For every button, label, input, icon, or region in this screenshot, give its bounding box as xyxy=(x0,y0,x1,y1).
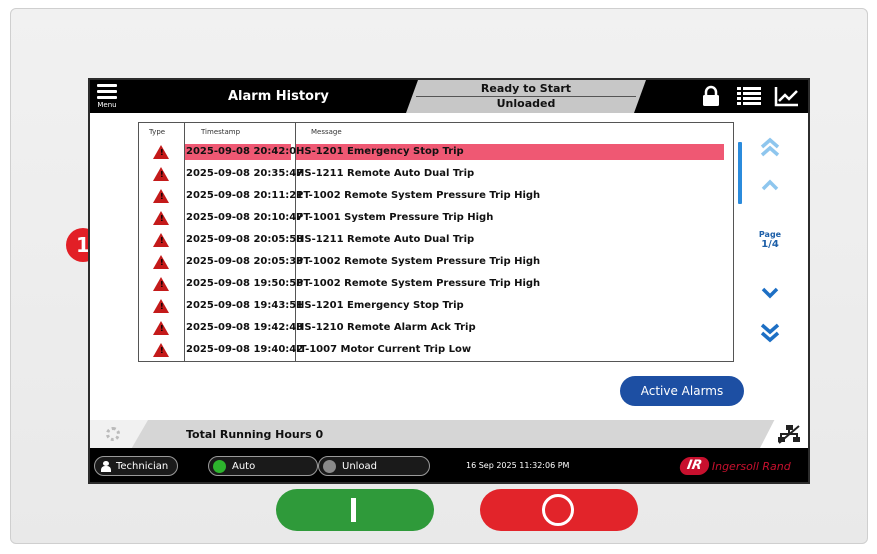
row-message: PT-1002 Remote System Pressure Trip High xyxy=(296,190,541,201)
row-message: IT-1007 Motor Current Trip Low xyxy=(296,344,472,355)
alarm-triangle-icon: ! xyxy=(153,145,169,159)
running-hours-bar: Total Running Hours 0 xyxy=(90,420,808,448)
load-label: Unload xyxy=(342,460,378,472)
row-timestamp: 2025-09-08 20:05:33 xyxy=(186,256,304,267)
alarm-triangle-icon: ! xyxy=(153,167,169,181)
date-time: 16 Sep 2025 11:32:06 PM xyxy=(466,461,570,470)
stop-symbol-icon xyxy=(542,494,574,526)
alarm-triangle-icon: ! xyxy=(153,299,169,313)
row-timestamp: 2025-09-08 20:11:21 xyxy=(186,190,304,201)
row-timestamp: 2025-09-08 19:50:58 xyxy=(186,278,304,289)
row-timestamp: 2025-09-08 20:42:07 xyxy=(185,144,303,160)
page-label: Page xyxy=(758,230,782,239)
table-row[interactable]: ! 2025-09-08 20:05:58 HS-1211 Remote Aut… xyxy=(139,229,733,251)
unload-button[interactable]: Unload xyxy=(318,456,430,476)
brand-name: Ingersoll Rand xyxy=(711,459,791,473)
chevron-down-icon[interactable] xyxy=(752,280,788,306)
mode-label: Auto xyxy=(232,460,256,472)
menu-label: Menu xyxy=(97,101,117,109)
row-message: HS-1210 Remote Alarm Ack Trip xyxy=(296,322,476,333)
row-timestamp: 2025-09-08 20:10:47 xyxy=(186,212,304,223)
table-row[interactable]: ! 2025-09-08 20:10:47 PT-1001 System Pre… xyxy=(139,207,733,229)
trend-chart-icon[interactable] xyxy=(774,84,800,108)
row-message: HS-1201 Emergency Stop Trip xyxy=(296,300,464,311)
table-row[interactable]: ! 2025-09-08 20:42:07 HS-1201 Emergency … xyxy=(139,141,733,163)
machine-status: Ready to Start Unloaded xyxy=(406,80,646,113)
alarm-triangle-icon: ! xyxy=(153,211,169,225)
network-status-button[interactable] xyxy=(760,420,808,448)
stop-button[interactable] xyxy=(480,489,638,531)
running-hours-text: Total Running Hours 0 xyxy=(186,428,324,441)
row-timestamp: 2025-09-08 20:35:47 xyxy=(186,168,304,179)
user-button[interactable]: Technician xyxy=(94,456,178,476)
alarm-history-table: Type Timestamp Message ! 2025-09-08 20:4… xyxy=(138,122,734,362)
column-header-timestamp: Timestamp xyxy=(201,128,241,136)
double-chevron-down-icon[interactable] xyxy=(752,320,788,346)
scrollbar[interactable] xyxy=(738,142,742,204)
start-button[interactable] xyxy=(276,489,434,531)
table-row[interactable]: ! 2025-09-08 19:42:43 HS-1210 Remote Ala… xyxy=(139,317,733,339)
table-row[interactable]: ! 2025-09-08 20:35:47 HS-1211 Remote Aut… xyxy=(139,163,733,185)
ingersoll-rand-logo: IR Ingersoll Rand xyxy=(678,457,791,475)
user-icon xyxy=(101,460,111,472)
row-message: HS-1211 Remote Auto Dual Trip xyxy=(296,168,475,179)
start-symbol-icon xyxy=(351,498,356,522)
table-row[interactable]: ! 2025-09-08 19:43:51 HS-1201 Emergency … xyxy=(139,295,733,317)
active-alarms-button[interactable]: Active Alarms xyxy=(620,376,744,406)
alarm-triangle-icon: ! xyxy=(153,255,169,269)
mode-auto-button[interactable]: Auto xyxy=(208,456,318,476)
status-run-state: Ready to Start xyxy=(480,82,572,95)
page-indicator: 1/4 xyxy=(761,239,779,250)
auto-indicator-icon xyxy=(213,459,226,473)
double-chevron-up-icon[interactable] xyxy=(752,134,788,160)
row-message: PT-1002 Remote System Pressure Trip High xyxy=(296,256,541,267)
hmi-screen: Menu Alarm History Ready to Start Unload… xyxy=(90,80,808,482)
table-row[interactable]: ! 2025-09-08 20:11:21 PT-1002 Remote Sys… xyxy=(139,185,733,207)
row-message: PT-1001 System Pressure Trip High xyxy=(296,212,494,223)
table-row[interactable]: ! 2025-09-08 19:50:58 PT-1002 Remote Sys… xyxy=(139,273,733,295)
status-footer: Technician Auto Unload 16 Sep 2025 11:32… xyxy=(90,448,808,482)
row-message: PT-1002 Remote System Pressure Trip High xyxy=(296,278,541,289)
row-timestamp: 2025-09-08 19:42:43 xyxy=(186,322,304,333)
brand-mark: IR xyxy=(678,457,711,475)
user-role: Technician xyxy=(116,460,169,472)
settings-tab[interactable] xyxy=(90,420,148,448)
menu-button[interactable]: Menu xyxy=(94,82,120,112)
network-icon xyxy=(778,425,800,444)
gear-icon xyxy=(106,427,120,441)
list-icon[interactable] xyxy=(736,84,762,108)
alarm-triangle-icon: ! xyxy=(153,321,169,335)
page-title: Alarm History xyxy=(228,89,329,104)
row-message: HS-1211 Remote Auto Dual Trip xyxy=(296,234,475,245)
row-timestamp: 2025-09-08 19:43:51 xyxy=(186,300,304,311)
chevron-up-icon[interactable] xyxy=(752,172,788,198)
hamburger-icon xyxy=(97,84,117,99)
unload-indicator-icon xyxy=(323,459,336,473)
alarm-triangle-icon: ! xyxy=(153,277,169,291)
table-row[interactable]: ! 2025-09-08 19:40:42 IT-1007 Motor Curr… xyxy=(139,339,733,361)
alarm-triangle-icon: ! xyxy=(153,233,169,247)
column-header-type: Type xyxy=(149,128,166,136)
top-bar: Menu Alarm History Ready to Start Unload… xyxy=(90,80,808,113)
table-row[interactable]: ! 2025-09-08 20:05:33 PT-1002 Remote Sys… xyxy=(139,251,733,273)
table-header: Type Timestamp Message xyxy=(139,123,733,140)
lock-icon[interactable] xyxy=(698,84,724,108)
alarm-triangle-icon: ! xyxy=(153,189,169,203)
row-timestamp: 2025-09-08 20:05:58 xyxy=(186,234,304,245)
row-message: HS-1201 Emergency Stop Trip xyxy=(296,144,724,160)
row-timestamp: 2025-09-08 19:40:42 xyxy=(186,344,304,355)
status-load-state: Unloaded xyxy=(496,97,556,110)
column-header-message: Message xyxy=(311,128,342,136)
alarm-triangle-icon: ! xyxy=(153,343,169,357)
